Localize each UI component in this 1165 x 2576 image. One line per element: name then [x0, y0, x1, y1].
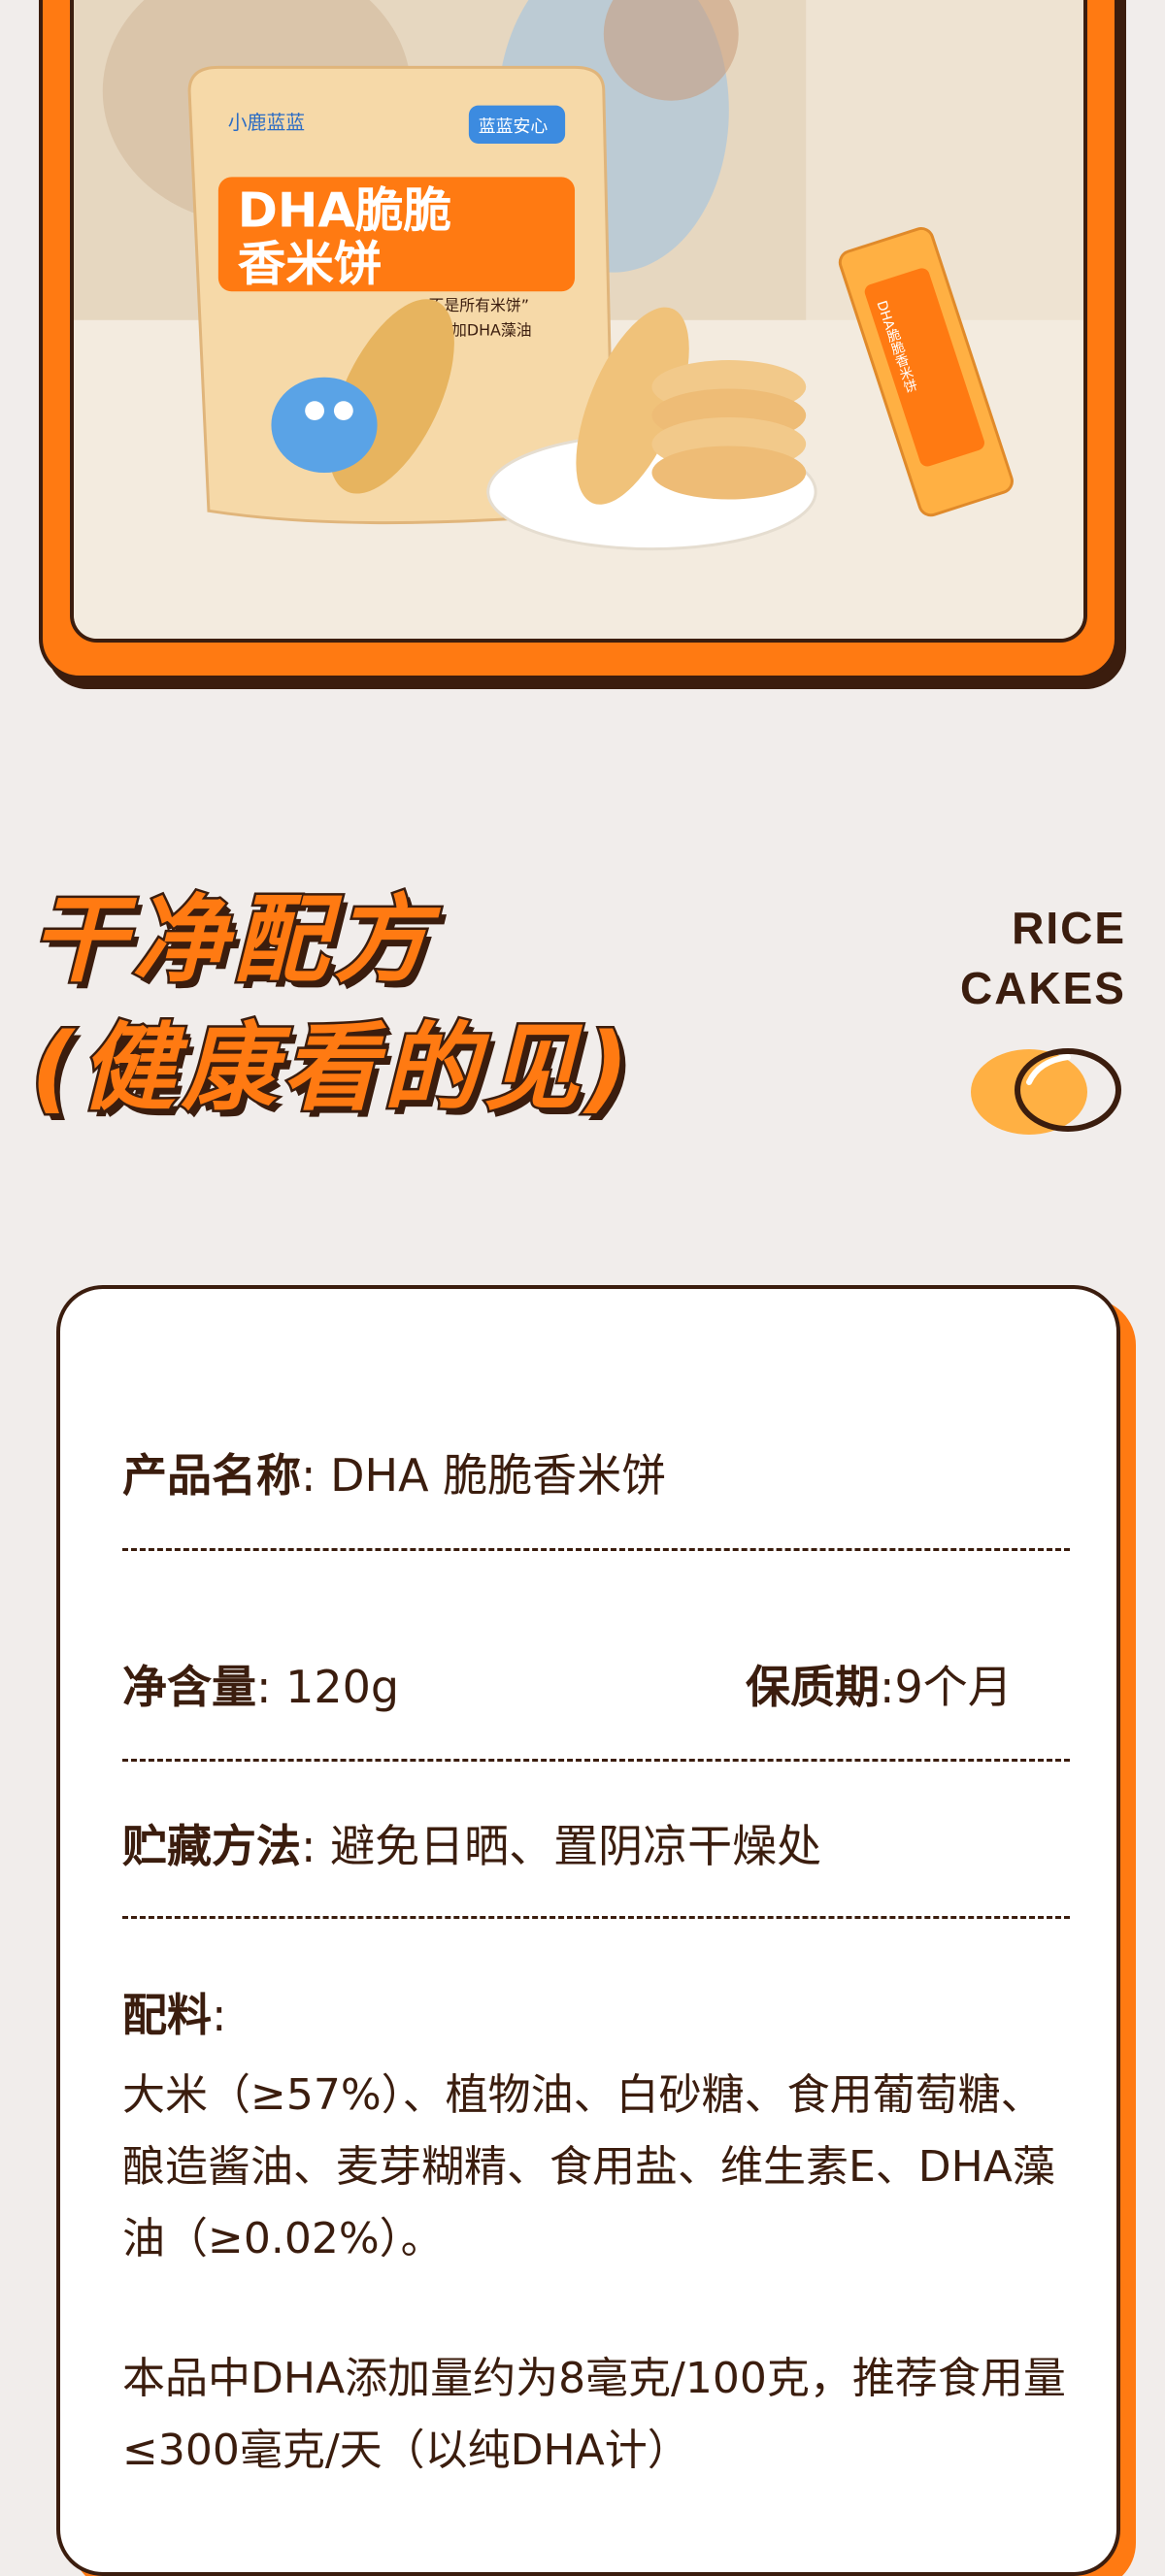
divider	[122, 1759, 1070, 1762]
dha-note: 本品中DHA添加量约为8毫克/100克，推荐食用量≤300毫克/天（以纯DHA计…	[122, 2354, 1066, 2475]
rice-cakes-label: RICE CAKES	[960, 898, 1126, 1018]
product-name-value: : DHA 脆脆香米饼	[301, 1449, 667, 1502]
product-photo-frame: DHA脆脆 香米饼 小鹿蓝蓝 蓝蓝安心 “不是所有米饼” 都添加DHA藻油 DH…	[39, 0, 1118, 679]
product-name-label: 产品名称	[122, 1449, 301, 1502]
svg-text:香米饼: 香米饼	[238, 236, 383, 292]
ingredients-heading: 配料:	[122, 1986, 1070, 2044]
svg-text:DHA脆脆: DHA脆脆	[238, 182, 451, 239]
weight-shelf-row: 净含量: 120g 保质期:9个月	[122, 1658, 1070, 1716]
ingredients-label: 配料	[122, 1989, 212, 2041]
product-photo: DHA脆脆 香米饼 小鹿蓝蓝 蓝蓝安心 “不是所有米饼” 都添加DHA藻油 DH…	[70, 0, 1087, 643]
rice-grain-icon	[971, 1048, 1121, 1135]
shelf-life: 保质期:9个月	[746, 1658, 1013, 1716]
net-weight-value: : 120g	[256, 1661, 400, 1713]
product-photo-illustration: DHA脆脆 香米饼 小鹿蓝蓝 蓝蓝安心 “不是所有米饼” 都添加DHA藻油 DH…	[74, 0, 1083, 639]
storage-label: 贮藏方法	[122, 1820, 301, 1872]
title-line-2: (健康看的见)	[29, 1013, 635, 1124]
rice-cakes-line-2: CAKES	[959, 963, 1126, 1013]
product-info-card: 产品名称: DHA 脆脆香米饼 净含量: 120g 保质期:9个月 贮藏方法: …	[56, 1285, 1120, 2576]
shelf-life-value: :9个月	[880, 1661, 1013, 1713]
divider	[122, 1548, 1070, 1551]
storage-value: : 避免日晒、置阴凉干燥处	[301, 1820, 822, 1872]
svg-text:蓝蓝安心: 蓝蓝安心	[479, 116, 549, 137]
rice-cakes-line-1: RICE	[1012, 903, 1126, 953]
ingredients-text: 大米（≥57%）、植物油、白砂糖、食用葡萄糖、酿造酱油、麦芽糊精、食用盐、维生素…	[122, 2070, 1055, 2263]
net-weight-label: 净含量	[122, 1661, 256, 1713]
shelf-life-label: 保质期	[746, 1661, 880, 1713]
product-name-row: 产品名称: DHA 脆脆香米饼	[122, 1446, 1070, 1504]
ingredients-colon: :	[212, 1989, 227, 2041]
divider	[122, 1916, 1070, 1919]
section-title: 干净配方 (健康看的见)	[29, 885, 635, 1124]
title-line-1: 干净配方	[29, 885, 436, 996]
svg-text:小鹿蓝蓝: 小鹿蓝蓝	[228, 112, 305, 134]
storage-row: 贮藏方法: 避免日晒、置阴凉干燥处	[122, 1817, 1070, 1875]
